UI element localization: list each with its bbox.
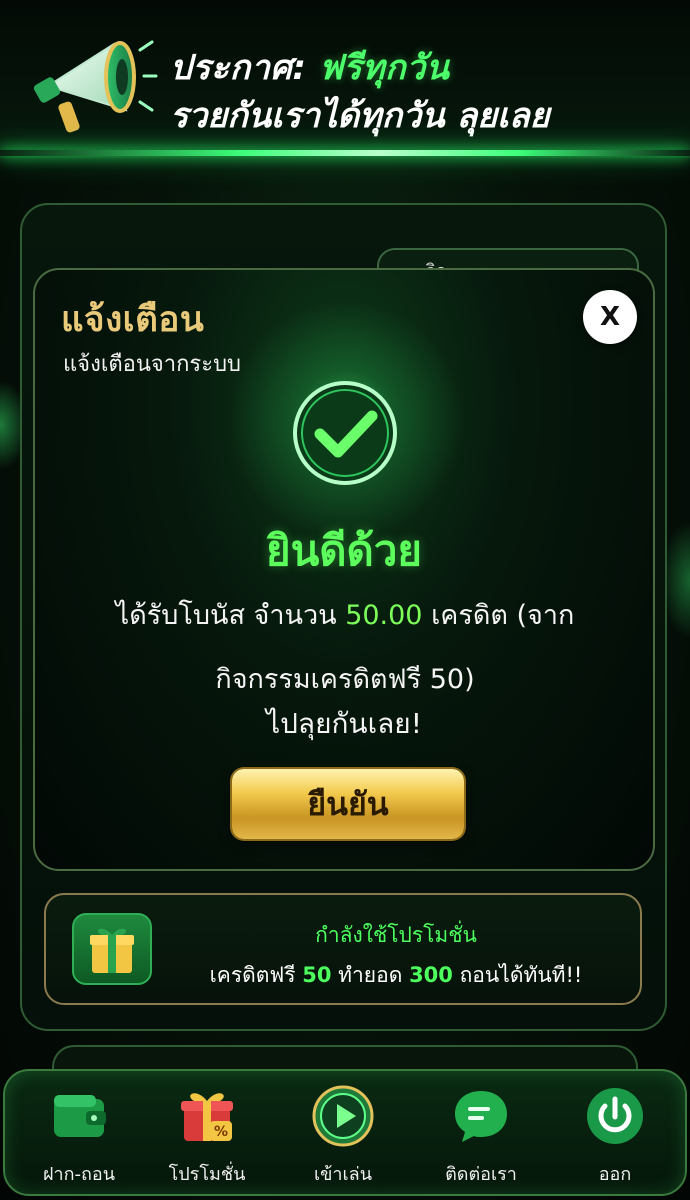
megaphone-icon [33, 40, 158, 133]
close-button[interactable]: X [583, 290, 637, 344]
modal-subtitle: แจ้งเตือนจากระบบ [63, 352, 241, 377]
promo-desc-part3: ถอนได้ทันที!! [459, 963, 583, 987]
nav-label: โปรโมชั่น [168, 1164, 246, 1185]
svg-text:%: % [214, 1124, 228, 1140]
nav-item-logout[interactable]: ออก [555, 1085, 675, 1193]
modal-title: แจ้งเตือน [61, 300, 205, 340]
promo-title: กำลังใช้โปรโมชั่น [315, 923, 477, 947]
bottom-navigation: ฝาก-ถอน % โปรโมชั่น เข้าเล่น ติดต่อเรา อ… [3, 1069, 687, 1196]
nav-label: เข้าเล่น [313, 1164, 373, 1185]
announcement-highlight: ฟรีทุกวัน [318, 48, 450, 88]
promo-free-credit: 50 [302, 963, 332, 987]
confirm-button[interactable]: ยืนยัน [232, 769, 464, 839]
announcement-label: ประกาศ: [170, 48, 307, 88]
wallet-icon [54, 1095, 106, 1137]
bonus-message-prefix: ได้รับโบนัส จำนวน [115, 600, 337, 631]
nav-item-contact[interactable]: ติดต่อเรา [421, 1085, 541, 1193]
check-circle-icon [293, 381, 397, 485]
gift-icon: % [181, 1093, 233, 1141]
nav-label: ออก [598, 1164, 632, 1185]
promo-turnover: 300 [409, 963, 453, 987]
nav-item-promotion[interactable]: % โปรโมชั่น [147, 1085, 267, 1193]
nav-item-play[interactable]: เข้าเล่น [283, 1085, 403, 1193]
notification-modal: แจ้งเตือน แจ้งเตือนจากระบบ X ยินดีด้วย ไ… [33, 268, 655, 871]
announcement-line2: รวยกันเราได้ทุกวัน ลุยเลย [170, 96, 550, 136]
play-icon [312, 1085, 374, 1147]
bonus-amount: 50.00 [345, 600, 423, 631]
chat-icon [455, 1091, 507, 1142]
success-title: ยินดีด้วย [265, 526, 423, 575]
nav-label: ติดต่อเรา [445, 1164, 517, 1185]
announcement-line1: ประกาศ: ฟรีทุกวัน [170, 40, 449, 94]
active-promotion-card[interactable]: กำลังใช้โปรโมชั่น เครดิตฟรี 50 ทำยอด 300… [44, 893, 642, 1005]
promo-description: เครดิตฟรี 50 ทำยอด 300 ถอนได้ทันที!! [176, 959, 616, 992]
gift-icon [90, 928, 134, 973]
nav-item-deposit-withdraw[interactable]: ฝาก-ถอน [19, 1085, 139, 1193]
bonus-go-text: ไปลุยกันเลย! [266, 707, 422, 740]
bonus-message: ได้รับโบนัส จำนวน 50.00 เครดิต (จากกิจกร… [73, 584, 617, 712]
announcement-banner: ประกาศ: ฟรีทุกวัน รวยกันเราได้ทุกวัน ลุย… [0, 0, 690, 158]
promo-desc-part1: เครดิตฟรี [209, 963, 296, 987]
nav-label: ฝาก-ถอน [42, 1164, 116, 1185]
power-icon [587, 1088, 643, 1144]
promo-desc-part2: ทำยอด [338, 963, 403, 987]
promo-gift-badge [72, 913, 152, 985]
